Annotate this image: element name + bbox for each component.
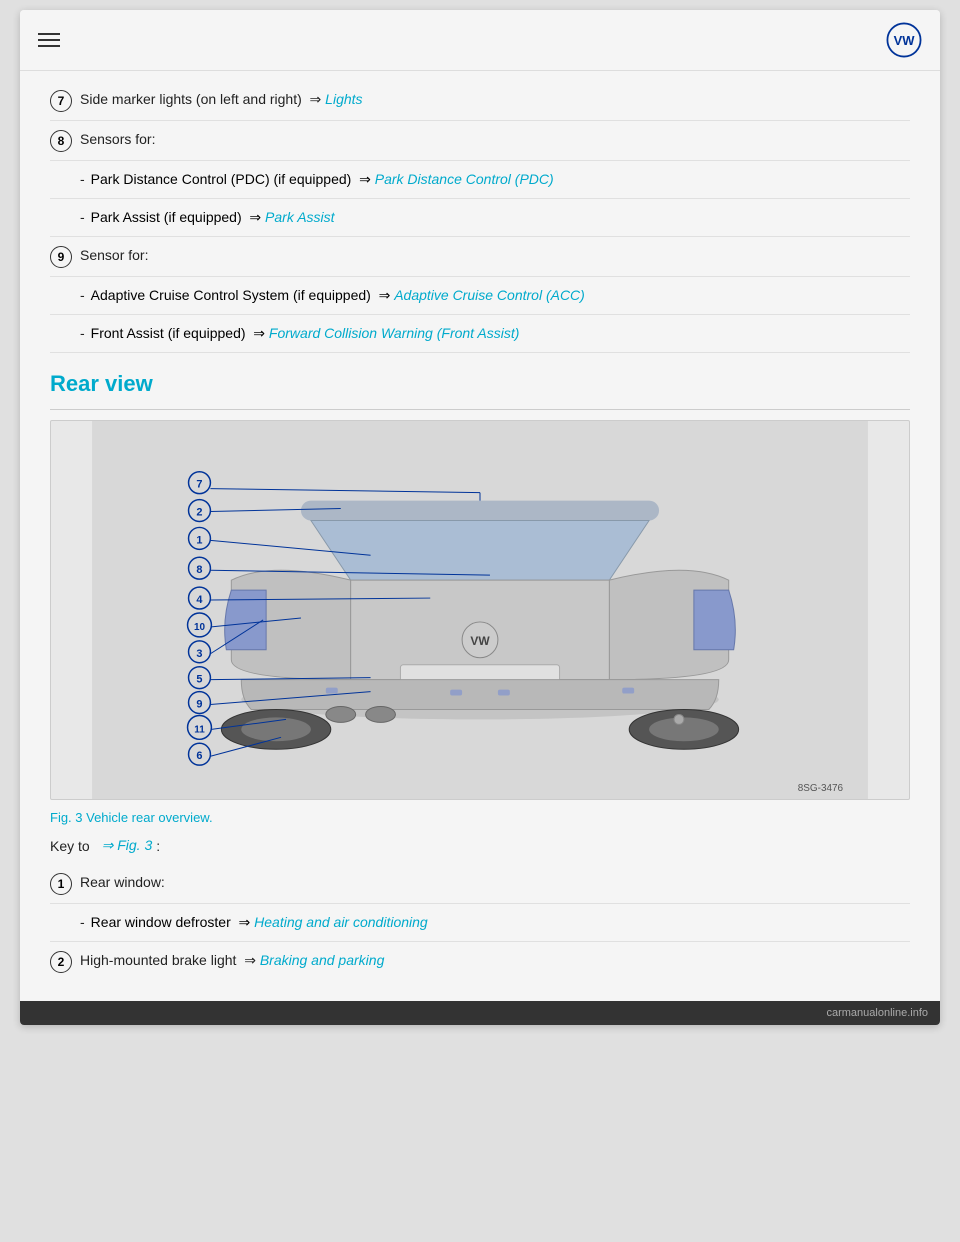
item-8-sub2: - Park Assist (if equipped) ⇒ Park Assis… <box>50 199 910 237</box>
item-7-link[interactable]: Lights <box>325 91 362 107</box>
item-8-sub1: - Park Distance Control (PDC) (if equipp… <box>50 161 910 199</box>
key-to-prefix: Key to <box>50 838 90 854</box>
svg-text:VW: VW <box>894 33 916 48</box>
item-9-sub2: - Front Assist (if equipped) ⇒ Forward C… <box>50 315 910 353</box>
item-9-sub1-link[interactable]: Adaptive Cruise Control (ACC) <box>394 287 585 303</box>
item-8-text: Sensors for: <box>80 129 910 150</box>
vw-logo: VW <box>886 22 922 58</box>
svg-text:6: 6 <box>196 750 202 762</box>
item-8-sub1-text: Park Distance Control (PDC) (if equipped… <box>91 169 554 190</box>
rear-item-1-text: Rear window: <box>80 872 910 893</box>
rear-item-1-sub1: - Rear window defroster ⇒ Heating and ai… <box>50 904 910 942</box>
svg-text:4: 4 <box>196 594 203 606</box>
rear-item-2-row: 2 High-mounted brake light ⇒ Braking and… <box>50 942 910 981</box>
item-9-sub1-text: Adaptive Cruise Control System (if equip… <box>91 285 585 306</box>
rear-item-1-row: 1 Rear window: <box>50 864 910 904</box>
item-9-num: 9 <box>50 246 72 268</box>
section-divider <box>50 409 910 410</box>
svg-text:10: 10 <box>194 622 206 633</box>
rear-item-1-sub1-text: Rear window defroster ⇒ Heating and air … <box>91 912 428 933</box>
item-9-sub1: - Adaptive Cruise Control System (if equ… <box>50 277 910 315</box>
menu-button[interactable] <box>38 33 60 47</box>
fig-caption[interactable]: Fig. 3 Vehicle rear overview. <box>50 810 910 825</box>
item-7-arrow: ⇒ <box>310 91 322 107</box>
header: VW <box>20 10 940 71</box>
key-to-fig-link[interactable]: ⇒ Fig. 3 <box>102 837 153 854</box>
svg-text:11: 11 <box>194 724 205 735</box>
svg-text:1: 1 <box>196 534 202 546</box>
rear-item-2-num: 2 <box>50 951 72 973</box>
rear-item-1-sub1-link[interactable]: Heating and air conditioning <box>254 914 428 930</box>
footer-text: carmanualonline.info <box>826 1007 928 1019</box>
item-8-num: 8 <box>50 130 72 152</box>
rear-view-title: Rear view <box>50 353 910 407</box>
item-7-num: 7 <box>50 90 72 112</box>
footer-bar: carmanualonline.info <box>20 1001 940 1025</box>
item-7-row: 7 Side marker lights (on left and right)… <box>50 81 910 121</box>
car-diagram-svg: VW <box>51 421 909 799</box>
svg-text:5: 5 <box>196 674 202 686</box>
key-to-row: Key to ⇒ Fig. 3 : <box>50 837 910 854</box>
svg-text:8: 8 <box>196 564 202 576</box>
item-9-text: Sensor for: <box>80 245 910 266</box>
item-8-row: 8 Sensors for: <box>50 121 910 161</box>
rear-item-2-text: High-mounted brake light ⇒ Braking and p… <box>80 950 910 971</box>
rear-item-1-num: 1 <box>50 873 72 895</box>
page-container: VW 7 Side marker lights (on left and rig… <box>20 10 940 1025</box>
svg-text:7: 7 <box>196 479 202 491</box>
rear-item-2-link[interactable]: Braking and parking <box>260 952 385 968</box>
car-rear-image: VW <box>50 420 910 800</box>
item-9-sub2-text: Front Assist (if equipped) ⇒ Forward Col… <box>91 323 520 344</box>
svg-text:9: 9 <box>196 698 202 710</box>
item-7-text: Side marker lights (on left and right) ⇒… <box>80 89 910 110</box>
svg-text:3: 3 <box>196 648 202 660</box>
item-8-sub1-link[interactable]: Park Distance Control (PDC) <box>375 171 554 187</box>
item-8-sub2-text: Park Assist (if equipped) ⇒ Park Assist <box>91 207 335 228</box>
item-8-sub2-link[interactable]: Park Assist <box>265 209 335 225</box>
svg-text:2: 2 <box>196 507 202 519</box>
svg-text:VW: VW <box>470 634 490 648</box>
key-to-suffix: : <box>156 838 160 854</box>
svg-text:8SG-3476: 8SG-3476 <box>798 783 844 794</box>
main-content: 7 Side marker lights (on left and right)… <box>20 71 940 1001</box>
item-9-sub2-link[interactable]: Forward Collision Warning (Front Assist) <box>269 325 520 341</box>
item-9-row: 9 Sensor for: <box>50 237 910 277</box>
